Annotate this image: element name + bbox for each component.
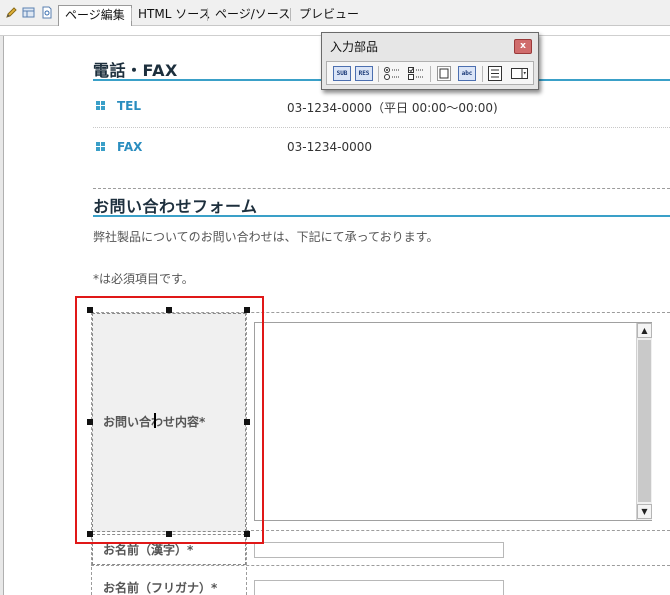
- resize-handle[interactable]: [244, 531, 250, 537]
- checkbox-icon[interactable]: [407, 66, 425, 81]
- tab-page-edit[interactable]: ページ編集: [58, 5, 132, 26]
- pencil-icon[interactable]: [5, 6, 18, 19]
- name-kanji-input[interactable]: [254, 542, 504, 558]
- fax-label: FAX: [117, 140, 143, 154]
- tab-page-source[interactable]: ページ/ソース: [209, 5, 296, 25]
- scroll-up-icon[interactable]: ▲: [637, 323, 652, 338]
- resize-handle[interactable]: [166, 531, 172, 537]
- resize-handle[interactable]: [244, 419, 250, 425]
- text-field-icon[interactable]: [436, 66, 452, 81]
- resize-handle[interactable]: [166, 307, 172, 313]
- close-icon[interactable]: x: [514, 39, 532, 54]
- scroll-thumb[interactable]: [638, 340, 651, 502]
- list-box-icon[interactable]: [487, 66, 503, 81]
- tab-html-source[interactable]: HTML ソース: [132, 5, 217, 25]
- tab-preview[interactable]: プレビュー: [293, 5, 365, 25]
- editor-frame-left: [0, 36, 4, 595]
- inquiry-description: 弊社製品についてのお問い合わせは、下記にて承っております。: [93, 230, 439, 244]
- reset-button-tool[interactable]: RES: [355, 66, 373, 81]
- resize-handle[interactable]: [87, 419, 93, 425]
- form-table-border: [91, 565, 670, 566]
- contact-section-title: 電話・FAX: [93, 61, 178, 80]
- textarea-scrollbar[interactable]: ▲ ▼: [636, 323, 652, 520]
- name-furigana-input[interactable]: [254, 580, 504, 595]
- selection-outline: [75, 296, 264, 544]
- palette-separator: [430, 66, 431, 82]
- tel-label: TEL: [117, 99, 142, 113]
- inquiry-content-textarea[interactable]: [254, 322, 652, 521]
- tab-separator: [207, 8, 208, 21]
- palette-toolbar: SUB RES abc: [326, 61, 534, 85]
- submit-button-tool[interactable]: SUB: [333, 66, 351, 81]
- inquiry-section-title: お問い合わせフォーム: [93, 197, 258, 216]
- scroll-down-icon[interactable]: ▼: [637, 504, 652, 519]
- row-divider: [93, 127, 670, 128]
- resize-handle[interactable]: [244, 307, 250, 313]
- tab-separator: [290, 8, 291, 21]
- resize-handle[interactable]: [87, 531, 93, 537]
- dropdown-icon[interactable]: [510, 66, 530, 81]
- palette-title: 入力部品: [330, 40, 379, 54]
- preview-page-icon[interactable]: [40, 6, 53, 19]
- fax-value: 03-1234-0000: [287, 140, 373, 154]
- editor-tab-bar: ページ編集 HTML ソース ページ/ソース プレビュー: [0, 0, 670, 26]
- radio-button-icon[interactable]: [383, 66, 401, 81]
- text-area-tool[interactable]: abc: [458, 66, 476, 81]
- palette-separator: [482, 66, 483, 82]
- grid-bullet-icon: [96, 142, 105, 151]
- form-table-border: [246, 530, 670, 531]
- name-furigana-label: お名前（フリガナ）*: [103, 581, 218, 595]
- block-boundary: [93, 188, 670, 189]
- palette-separator: [378, 66, 379, 82]
- grid-bullet-icon: [96, 101, 105, 110]
- layout-icon[interactable]: [22, 6, 35, 19]
- section-rule: [93, 215, 670, 217]
- required-note: *は必須項目です。: [93, 272, 194, 286]
- tel-value: 03-1234-0000（平日 00:00〜00:00): [287, 101, 498, 115]
- input-parts-palette[interactable]: 入力部品 x SUB RES abc: [321, 32, 539, 90]
- resize-handle[interactable]: [87, 307, 93, 313]
